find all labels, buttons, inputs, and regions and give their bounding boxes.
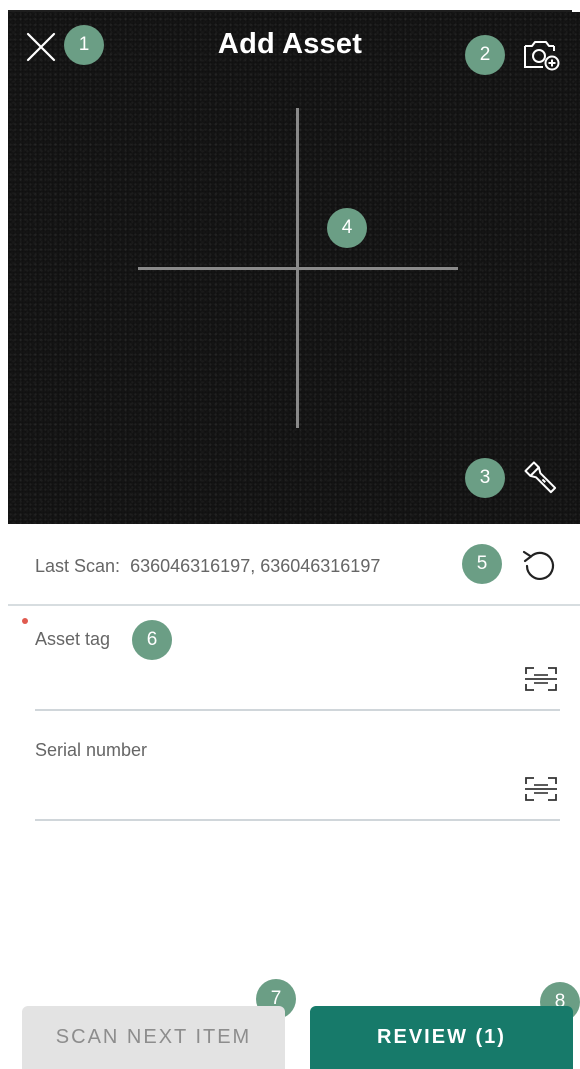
callout-badge: 1 (64, 25, 104, 65)
camera-add-button[interactable] (518, 34, 564, 74)
crosshair-vertical (296, 108, 299, 428)
last-scan-label: Last Scan: (35, 556, 121, 576)
asset-tag-scan-button[interactable] (521, 662, 561, 696)
required-indicator (22, 618, 28, 624)
barcode-scan-icon (525, 777, 557, 801)
undo-icon (522, 550, 555, 580)
asset-tag-input[interactable] (35, 665, 475, 695)
divider (8, 604, 580, 606)
flashlight-button[interactable] (518, 454, 564, 502)
callout-badge: 3 (465, 458, 505, 498)
close-icon (26, 32, 56, 62)
review-button[interactable]: REVIEW (1) (310, 1006, 573, 1069)
asset-tag-label: Asset tag (35, 629, 111, 649)
serial-number-input[interactable] (35, 775, 475, 805)
callout-badge: 5 (462, 544, 502, 584)
serial-number-scan-button[interactable] (521, 772, 561, 806)
add-asset-screen: Add Asset 1 2 3 4 5 6 7 8 Last Scan: 636… (0, 0, 580, 1069)
serial-number-label: Serial number (35, 740, 148, 760)
asset-tag-underline (35, 709, 560, 711)
flashlight-icon (524, 461, 557, 494)
callout-badge: 6 (132, 620, 172, 660)
last-scan-value: 636046316197, 636046316197 (130, 556, 381, 576)
scan-next-item-button[interactable]: SCAN NEXT ITEM (22, 1006, 285, 1069)
last-scan-text: Last Scan: 636046316197, 636046316197 (35, 556, 380, 577)
close-button[interactable] (20, 26, 62, 68)
callout-badge: 4 (327, 208, 367, 248)
callout-badge: 2 (465, 35, 505, 75)
serial-number-underline (35, 819, 560, 821)
undo-last-scan-button[interactable] (516, 544, 564, 588)
camera-add-icon (524, 41, 560, 71)
camera-viewfinder[interactable] (8, 12, 580, 524)
barcode-scan-icon (525, 667, 557, 691)
